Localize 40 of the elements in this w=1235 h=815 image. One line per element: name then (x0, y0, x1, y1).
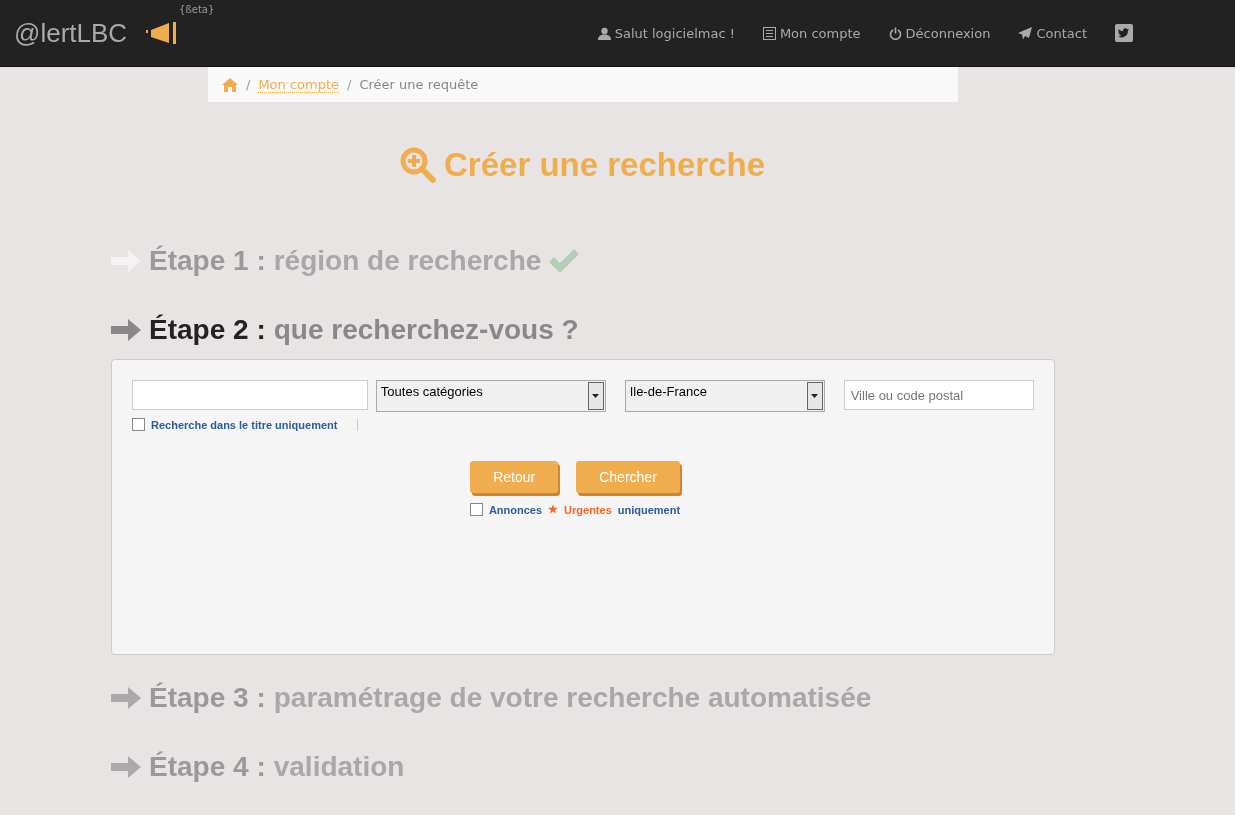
brand-logo[interactable]: @lertLBC (14, 17, 128, 49)
step-label: Étape 1 : (149, 244, 266, 277)
city-field[interactable]: Ville ou code postal (843, 380, 1034, 410)
megaphone-icon (145, 21, 178, 45)
send-icon (1018, 26, 1033, 40)
nav-link[interactable]: Déconnexion (888, 25, 991, 41)
power-icon (888, 26, 902, 40)
home-icon[interactable] (222, 77, 238, 92)
beta-label: {ßeta} (179, 4, 215, 15)
current-page-label: Créer une requête (359, 77, 479, 92)
nav-link[interactable]: Mon compte (762, 25, 861, 41)
page-title: Créer une recherche (444, 146, 765, 184)
checkbox[interactable] (469, 503, 483, 516)
step-title: validation (273, 750, 405, 783)
step-label: Étape 2 : (149, 313, 266, 346)
nav-link[interactable]: Salut logicielmac ! (597, 25, 735, 41)
step-title: paramétrage de votre recherche automatisée (273, 681, 872, 714)
breadcrumb-separator: / (347, 77, 352, 92)
keyword-field[interactable] (132, 380, 368, 410)
caret-icon (811, 394, 819, 398)
check-icon (549, 248, 580, 273)
star-icon: ★ (548, 503, 559, 516)
breadcrumb-separator: / (246, 77, 251, 92)
checkbox-label: uniquement (617, 503, 681, 516)
list-icon (762, 26, 776, 40)
step-title: que recherchez-vous ? (273, 313, 579, 346)
urgent-label: Urgentes (564, 503, 612, 516)
step-title: région de recherche (273, 244, 542, 277)
twitter-icon[interactable] (1115, 24, 1133, 42)
step-label: Étape 3 : (149, 681, 266, 714)
category-select[interactable]: Toutes catégories (375, 380, 606, 412)
checkbox-label: Recherche dans le titre uniquement (151, 418, 359, 431)
caret-icon (592, 394, 600, 398)
checkbox-label: Annonces (488, 503, 543, 516)
user-icon (597, 26, 611, 40)
checkbox[interactable] (132, 418, 145, 431)
nav-link[interactable]: Contact (1018, 25, 1087, 41)
region-select[interactable]: Ile-de-France (624, 380, 825, 412)
zoom-in-icon (400, 147, 436, 183)
step-label: Étape 4 : (149, 750, 266, 783)
